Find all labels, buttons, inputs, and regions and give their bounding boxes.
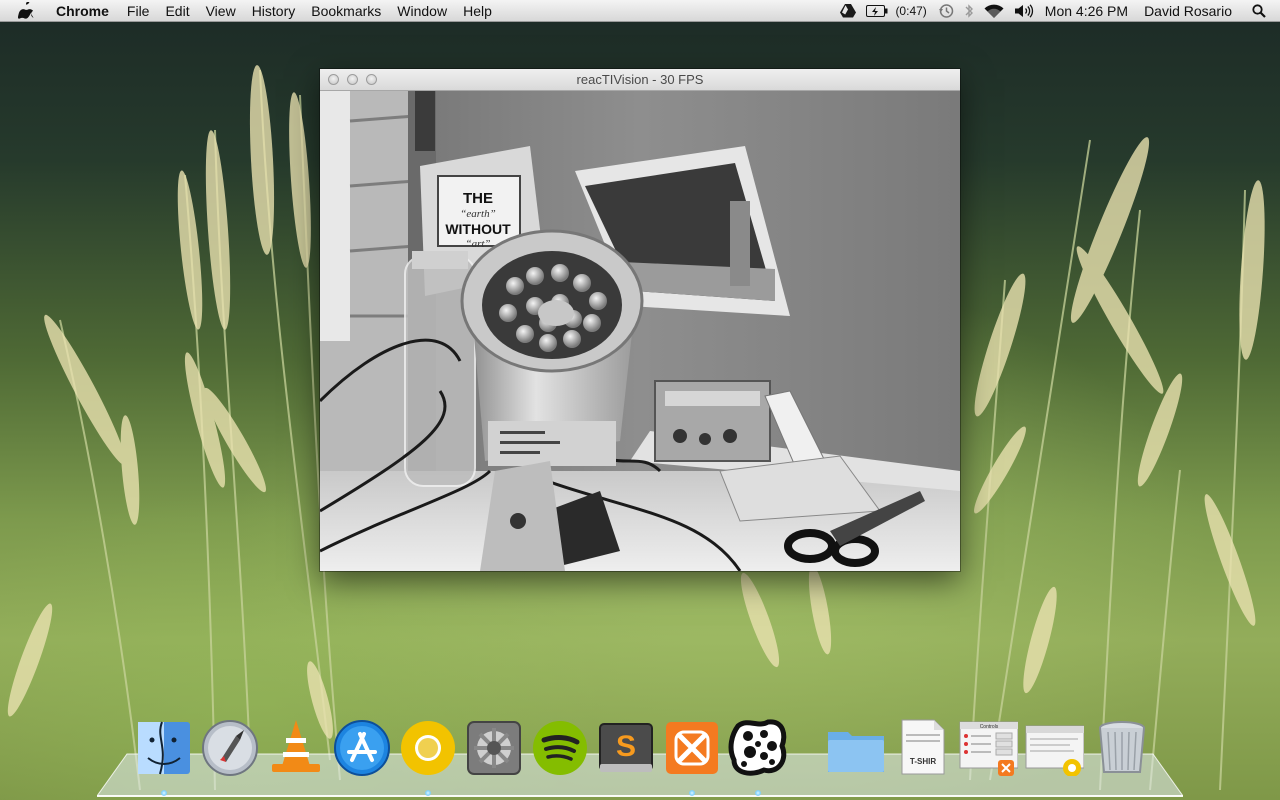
apple-logo-icon[interactable]: [18, 1, 38, 20]
svg-text:S: S: [616, 730, 636, 763]
sublime-text-icon: S: [599, 723, 653, 772]
dock-spotify[interactable]: [530, 716, 590, 782]
time-machine-icon[interactable]: [938, 0, 954, 22]
poster-text-line-2: “earth”: [460, 208, 495, 220]
menu-window[interactable]: Window: [389, 0, 455, 22]
dock-launchpad[interactable]: [200, 716, 260, 782]
poster-text-line-1: THE: [463, 190, 493, 207]
camera-feed: THE “earth” WITHOUT “art”: [320, 91, 960, 571]
system-preferences-icon: [467, 721, 521, 775]
dock-app-store[interactable]: [332, 716, 392, 782]
app-store-icon: [334, 720, 390, 776]
dock-reactivision[interactable]: [728, 716, 788, 796]
vlc-icon: [272, 720, 320, 772]
menu-history[interactable]: History: [244, 0, 304, 22]
running-indicator: [689, 790, 695, 796]
menu-view[interactable]: View: [198, 0, 244, 22]
dock-xampp-control[interactable]: Controls: [958, 716, 1018, 782]
dock-xampp[interactable]: [662, 716, 722, 796]
window-title: reacTIVision - 30 FPS: [576, 72, 704, 87]
dock-system-preferences[interactable]: [464, 716, 524, 782]
spotlight-icon[interactable]: [1252, 0, 1266, 22]
document-icon: T-SHIR: [901, 719, 945, 775]
google-drive-icon[interactable]: [840, 0, 857, 22]
menu-file[interactable]: File: [119, 0, 158, 22]
dock-finder[interactable]: [134, 716, 194, 796]
menu-help[interactable]: Help: [455, 0, 500, 22]
finder-icon: [138, 721, 190, 775]
xampp-icon: [666, 722, 718, 774]
dock-folder[interactable]: [826, 716, 886, 782]
spotify-icon: [533, 721, 587, 775]
folder-icon: [828, 732, 884, 772]
menubar-clock[interactable]: Mon 4:26 PM: [1045, 0, 1128, 22]
launchpad-icon: [202, 720, 258, 776]
menu-bar: Chrome File Edit View History Bookmarks …: [0, 0, 1280, 22]
menu-bookmarks[interactable]: Bookmarks: [303, 0, 389, 22]
chrome-window-icon: [1025, 725, 1084, 776]
xampp-control-label: Controls: [980, 724, 999, 730]
dock-chrome-window[interactable]: [1024, 716, 1084, 782]
dock-sublime-text[interactable]: S: [596, 716, 656, 782]
volume-icon[interactable]: [1014, 0, 1034, 22]
dock-vlc[interactable]: [266, 716, 326, 782]
poster-text-line-3: WITHOUT: [445, 221, 511, 237]
dock-chrome[interactable]: [398, 716, 458, 796]
reactivision-icon: [728, 719, 787, 776]
xampp-control-icon: Controls: [959, 721, 1018, 776]
poster-text-line-4: “art”: [465, 238, 490, 250]
running-indicator: [161, 790, 167, 796]
battery-icon[interactable]: [866, 0, 888, 22]
document-label: T-SHIR: [910, 757, 936, 766]
bluetooth-icon[interactable]: [964, 0, 974, 22]
dock-trash[interactable]: [1092, 716, 1152, 782]
battery-time: (0:47): [895, 4, 927, 18]
trash-icon: [1099, 721, 1145, 773]
reactivision-window[interactable]: reacTIVision - 30 FPS THE “earth” WITHOU…: [320, 69, 960, 571]
chrome-icon: [401, 721, 455, 775]
menu-app-name[interactable]: Chrome: [54, 0, 119, 22]
wifi-icon[interactable]: [984, 0, 1004, 22]
dock: S T-SHIR Controls: [0, 712, 1280, 800]
menu-edit[interactable]: Edit: [157, 0, 197, 22]
running-indicator: [425, 790, 431, 796]
menubar-user-name[interactable]: David Rosario: [1144, 0, 1232, 22]
window-titlebar[interactable]: reacTIVision - 30 FPS: [320, 69, 960, 91]
running-indicator: [755, 790, 761, 796]
dock-document[interactable]: T-SHIR: [892, 716, 952, 782]
